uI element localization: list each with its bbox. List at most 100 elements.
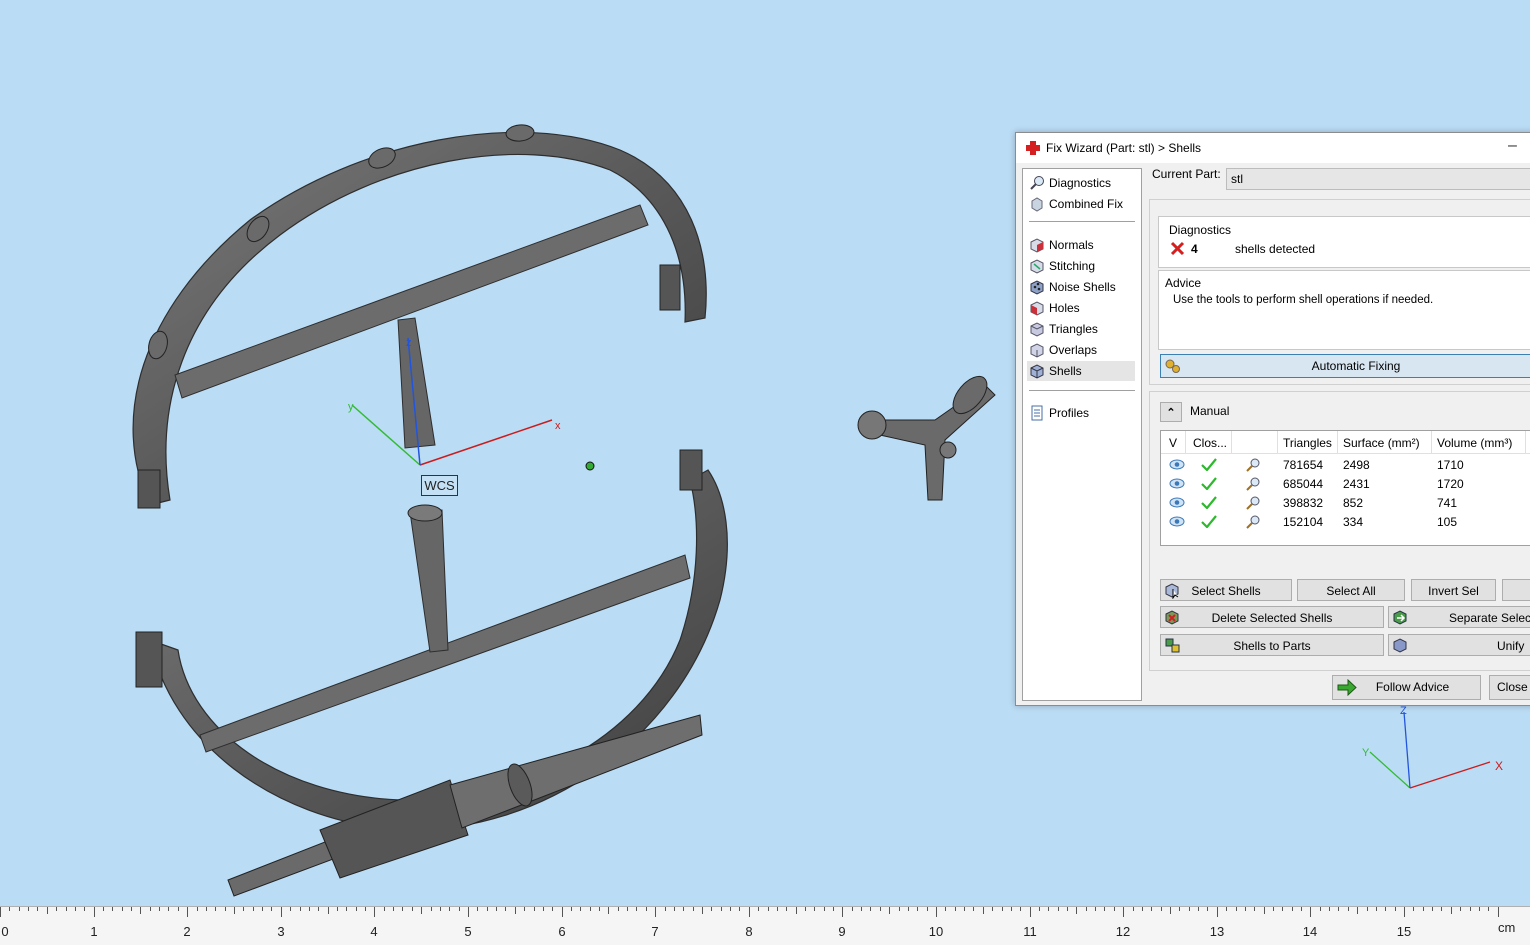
ruler-tick	[262, 907, 263, 911]
ruler-tick	[309, 907, 310, 911]
ruler-number: 14	[1302, 924, 1318, 939]
table-row[interactable]: 781654 2498 1710	[1161, 455, 1530, 474]
lower-bracelet-part[interactable]	[135, 449, 728, 831]
ruler-tick	[580, 907, 581, 911]
advice-group-title: Advice	[1165, 276, 1202, 290]
ruler-tick	[618, 907, 619, 911]
magnifier-icon	[1030, 176, 1044, 190]
table-row[interactable]: 398832 852 741	[1161, 493, 1530, 512]
table-row[interactable]: 685044 2431 1720	[1161, 474, 1530, 493]
corner-z-label: Z	[1400, 705, 1407, 717]
ruler-tick	[337, 907, 338, 911]
ruler-tick	[693, 907, 694, 911]
nav-item-combined-fix[interactable]: Combined Fix	[1027, 194, 1135, 214]
nav-divider	[1029, 221, 1135, 222]
column-volume[interactable]: Volume (mm³)	[1437, 436, 1512, 450]
surface-cell: 2431	[1343, 477, 1370, 491]
invert-selection-button[interactable]: Invert Sel	[1411, 579, 1496, 601]
ruler-number: 15	[1396, 924, 1412, 939]
close-label: Close	[1497, 680, 1528, 694]
nav-item-diagnostics[interactable]: Diagnostics	[1027, 173, 1135, 193]
ruler-tick	[318, 907, 319, 911]
zoom-to-shell-icon[interactable]	[1245, 476, 1261, 492]
nav-item-holes[interactable]: Holes	[1027, 298, 1135, 318]
current-part-field[interactable]: stl	[1226, 168, 1530, 190]
column-surface[interactable]: Surface (mm²)	[1343, 436, 1420, 450]
ruler-tick	[281, 907, 282, 917]
eye-icon[interactable]	[1169, 497, 1185, 508]
ruler-number: 13	[1209, 924, 1225, 939]
error-x-icon	[1170, 241, 1185, 256]
eye-icon[interactable]	[1169, 459, 1185, 470]
close-button[interactable]: Close	[1489, 675, 1530, 700]
ruler-tick	[721, 907, 722, 911]
ruler-tick	[346, 907, 347, 911]
ruler-tick	[300, 907, 301, 911]
nav-item-noise-shells[interactable]: Noise Shells	[1027, 277, 1135, 297]
ruler-tick	[768, 907, 769, 911]
ruler-tick	[356, 907, 357, 911]
ruler-tick	[234, 907, 235, 914]
overlaps-cube-icon	[1030, 343, 1044, 358]
ruler-tick	[983, 907, 984, 914]
table-row[interactable]: 152104 334 105	[1161, 512, 1530, 531]
ruler-number: 10	[928, 924, 944, 939]
nav-item-label: Shells	[1049, 364, 1082, 378]
volume-cell: 741	[1437, 496, 1458, 510]
column-visible[interactable]: V	[1169, 436, 1177, 450]
rotation-center-point	[585, 461, 595, 471]
ruler-tick	[1460, 907, 1461, 911]
column-divider	[1231, 431, 1232, 453]
extra-button[interactable]	[1502, 579, 1530, 601]
ruler-tick	[1404, 907, 1405, 917]
ruler-tick	[562, 907, 563, 917]
ruler-tick	[384, 907, 385, 911]
ruler-tick	[665, 907, 666, 911]
eye-icon[interactable]	[1169, 516, 1185, 527]
nav-item-shells[interactable]: Shells	[1027, 361, 1135, 381]
nav-item-label: Diagnostics	[1049, 176, 1112, 190]
ruler-tick	[1254, 907, 1255, 911]
collapse-manual-button[interactable]: ⌃	[1160, 402, 1182, 422]
ruler-tick	[1432, 907, 1433, 911]
combined-fix-icon	[1031, 197, 1043, 212]
dialog-titlebar[interactable]: Fix Wizard (Part: stl) > Shells –	[1016, 133, 1530, 163]
unify-button[interactable]: Unify	[1388, 634, 1530, 656]
follow-advice-button[interactable]: Follow Advice	[1332, 675, 1481, 700]
holes-cube-icon	[1030, 301, 1044, 316]
corner-y-label: Y	[1362, 747, 1370, 759]
ruler-tick	[187, 907, 188, 917]
ruler-tick	[1292, 907, 1293, 911]
select-all-button[interactable]: Select All	[1297, 579, 1405, 601]
zoom-to-shell-icon[interactable]	[1245, 514, 1261, 530]
eye-icon[interactable]	[1169, 478, 1185, 489]
support-part[interactable]	[857, 370, 996, 501]
separate-selected-button[interactable]: Separate Selecte	[1388, 606, 1530, 628]
ruler-tick	[1329, 907, 1330, 911]
corner-axes: X Y Z	[1362, 705, 1503, 789]
ruler-tick	[917, 907, 918, 911]
nav-item-triangles[interactable]: Triangles	[1027, 319, 1135, 339]
minimize-button[interactable]: –	[1508, 137, 1517, 155]
diagnostics-advice-panel: Diagnostics 4 shells detected Advice Use…	[1149, 199, 1530, 385]
zoom-to-shell-icon[interactable]	[1245, 495, 1261, 511]
shells-to-parts-button[interactable]: Shells to Parts	[1160, 634, 1384, 656]
upper-bracelet-part[interactable]	[132, 124, 707, 509]
nav-item-profiles[interactable]: Profiles	[1027, 403, 1135, 423]
ruler-tick	[112, 907, 113, 911]
nav-item-overlaps[interactable]: Overlaps	[1027, 340, 1135, 360]
automatic-fixing-button[interactable]: Automatic Fixing	[1160, 354, 1530, 378]
ruler-tick	[1320, 907, 1321, 911]
column-triangles[interactable]: Triangles	[1283, 436, 1332, 450]
zoom-to-shell-icon[interactable]	[1245, 457, 1261, 473]
shells-to-parts-icon	[1165, 638, 1180, 653]
column-closed[interactable]: Clos...	[1193, 436, 1227, 450]
ruler-tick	[243, 907, 244, 911]
ruler-tick	[271, 907, 272, 911]
nav-item-normals[interactable]: Normals	[1027, 235, 1135, 255]
ruler-tick	[1039, 907, 1040, 911]
ruler-tick	[206, 907, 207, 911]
nav-item-stitching[interactable]: Stitching	[1027, 256, 1135, 276]
delete-selected-shells-button[interactable]: Delete Selected Shells	[1160, 606, 1384, 628]
select-shells-button[interactable]: Select Shells	[1160, 579, 1292, 601]
